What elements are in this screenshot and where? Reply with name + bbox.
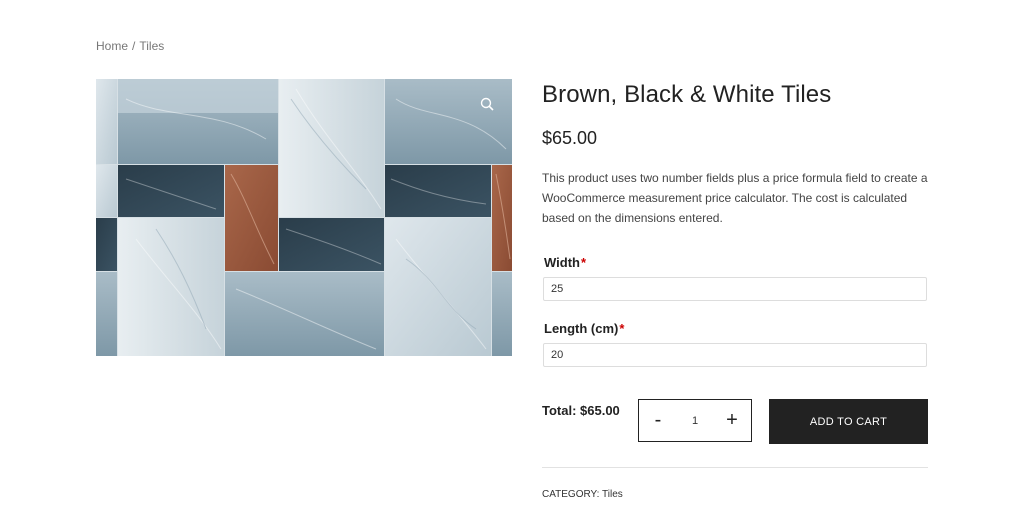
width-required-mark: * xyxy=(580,255,587,270)
width-input[interactable] xyxy=(543,277,927,301)
length-label-text: Length (cm) xyxy=(544,321,619,336)
length-required-mark: * xyxy=(619,321,625,336)
product-title: Brown, Black & White Tiles xyxy=(542,81,832,108)
breadcrumb-home-link[interactable]: Home xyxy=(96,39,128,53)
quantity-plus-button[interactable]: + xyxy=(713,400,751,441)
add-to-cart-button[interactable]: ADD TO CART xyxy=(769,399,928,444)
total-price: Total: $65.00 xyxy=(542,403,620,418)
product-category: CATEGORY: Tiles xyxy=(542,489,623,500)
breadcrumb: Home / Tiles xyxy=(96,39,164,53)
length-input[interactable] xyxy=(543,343,927,367)
tile-mosaic-image xyxy=(96,79,512,356)
width-label: Width* xyxy=(544,255,586,270)
category-label: CATEGORY: xyxy=(542,489,600,500)
width-label-text: Width xyxy=(544,255,580,270)
length-label: Length (cm)* xyxy=(544,321,624,336)
breadcrumb-separator: / xyxy=(132,39,136,53)
quantity-minus-button[interactable]: - xyxy=(639,400,677,441)
product-description: This product uses two number fields plus… xyxy=(542,171,928,225)
category-link-tiles[interactable]: Tiles xyxy=(602,489,623,500)
product-image[interactable] xyxy=(96,79,512,356)
divider xyxy=(542,467,928,468)
quantity-value[interactable]: 1 xyxy=(680,415,710,427)
quantity-stepper: - 1 + xyxy=(638,399,752,442)
product-price: $65.00 xyxy=(542,128,598,148)
breadcrumb-current: Tiles xyxy=(139,39,165,53)
zoom-icon[interactable] xyxy=(480,97,494,111)
